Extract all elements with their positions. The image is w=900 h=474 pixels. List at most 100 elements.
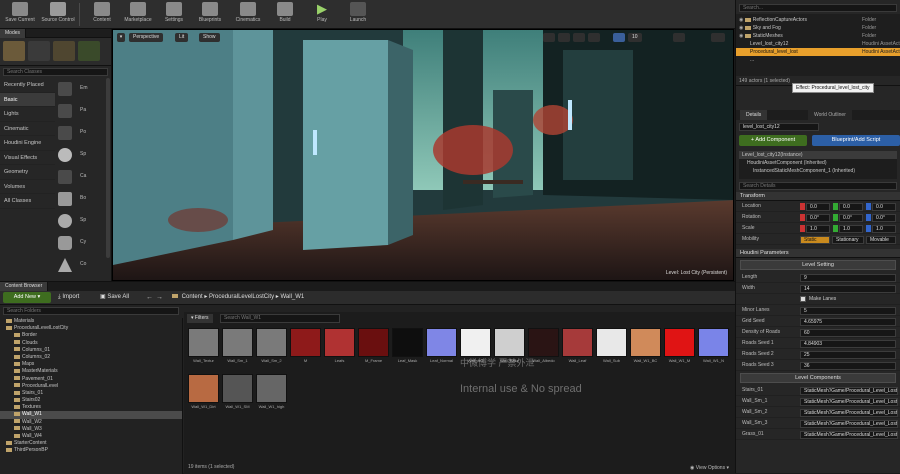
- level-components-group[interactable]: Level Components: [740, 373, 896, 383]
- mobility-movable-button[interactable]: Movable: [866, 235, 896, 244]
- asset-tile[interactable]: Wall_W1_SM: [222, 374, 253, 418]
- asset-tile[interactable]: Wall_W1_BC: [630, 328, 661, 372]
- level-setting-group[interactable]: Level Setting: [740, 260, 896, 270]
- tree-row[interactable]: Materials: [0, 318, 182, 325]
- add-new-button[interactable]: Add New ▾: [3, 292, 51, 303]
- asset-tile[interactable]: Leaf_Mask: [392, 328, 423, 372]
- rotation-y-field[interactable]: 0.0°: [839, 213, 863, 222]
- cinematics-button[interactable]: Cinematics: [230, 1, 266, 28]
- outliner-row[interactable]: ◉ Sky and Fog Folder: [736, 24, 900, 32]
- mobility-stationary-button[interactable]: Stationary: [832, 235, 864, 244]
- tree-row[interactable]: Wall_W2: [0, 419, 182, 426]
- asset-tile[interactable]: Wall_Textur: [188, 328, 219, 372]
- filters-button[interactable]: ▾ Filters: [187, 314, 213, 323]
- select-mode-icon[interactable]: [543, 33, 555, 42]
- wall-sm-3-field[interactable]: StaticMesh'/Game/Procedural_Level_Lost: [800, 419, 898, 428]
- houdini-parameters-header[interactable]: Houdini Parameters: [736, 249, 900, 258]
- tree-row[interactable]: Clouds: [0, 340, 182, 347]
- landscape-mode-icon[interactable]: [53, 41, 75, 61]
- settings-button[interactable]: Settings: [156, 1, 192, 28]
- asset-tile[interactable]: M: [290, 328, 321, 372]
- category-lights[interactable]: Lights: [0, 107, 55, 122]
- tree-row[interactable]: Wall_W3: [0, 426, 182, 433]
- category-geometry[interactable]: Geometry: [0, 165, 55, 180]
- category-volumes[interactable]: Volumes: [0, 180, 55, 194]
- category-cinematic[interactable]: Cinematic: [0, 122, 55, 136]
- actor-name-field[interactable]: level_lost_city12: [739, 123, 819, 131]
- stairs-mesh-field[interactable]: StaticMesh'/Game/Procedural_Level_Lost: [800, 386, 898, 395]
- asset-tile[interactable]: Wall_Sm_2: [256, 328, 287, 372]
- perspective-button[interactable]: Perspective: [129, 33, 164, 42]
- place-item[interactable]: Bo: [56, 190, 104, 208]
- asset-tile[interactable]: Wall_Sub: [596, 328, 627, 372]
- modes-scrollbar[interactable]: [106, 78, 110, 258]
- tree-row[interactable]: ProceduralLevelLostCity: [0, 325, 182, 332]
- details-search-input[interactable]: Search Details: [739, 182, 897, 190]
- tree-row[interactable]: Stairs02: [0, 397, 182, 404]
- paint-mode-icon[interactable]: [28, 41, 50, 61]
- asset-tile[interactable]: Wall_W1_Dirt: [188, 374, 219, 418]
- grid-snap-icon[interactable]: [613, 33, 625, 42]
- component-instance-row[interactable]: Level_lost_city12(Instance): [739, 151, 897, 159]
- tree-row[interactable]: Textures: [0, 404, 182, 411]
- breadcrumb-item[interactable]: Content: [182, 294, 203, 300]
- back-arrow-icon[interactable]: ←: [146, 292, 153, 303]
- rotation-x-field[interactable]: 0.0°: [806, 213, 830, 222]
- place-item[interactable]: Pa: [56, 102, 104, 120]
- grass-mesh-field[interactable]: StaticMesh'/Game/Procedural_Level_Lost: [800, 430, 898, 439]
- asset-tile[interactable]: Wall_W1_high: [256, 374, 287, 418]
- source-control-button[interactable]: Source Control: [40, 1, 76, 28]
- blueprints-button[interactable]: Blueprints: [192, 1, 228, 28]
- launch-button[interactable]: Launch: [340, 1, 376, 28]
- category-recently-placed[interactable]: Recently Placed: [0, 78, 55, 93]
- lit-button[interactable]: Lit: [175, 33, 189, 42]
- asset-search-input[interactable]: Search Wall_W1: [220, 314, 340, 323]
- tree-row[interactable]: Wall_W4: [0, 433, 182, 440]
- length-field[interactable]: 9: [800, 273, 896, 282]
- mobility-static-button[interactable]: Static: [800, 235, 830, 244]
- scale-z-field[interactable]: 1.0: [872, 224, 896, 233]
- scale-y-field[interactable]: 1.0: [839, 224, 863, 233]
- place-item[interactable]: Em: [56, 80, 104, 98]
- location-x-field[interactable]: 0.0: [806, 202, 830, 211]
- viewport-menu-button[interactable]: ▾: [117, 33, 125, 42]
- width-field[interactable]: 14: [800, 284, 896, 293]
- view-options-button[interactable]: ◉ View Options ▾: [690, 465, 729, 471]
- save-all-button[interactable]: ▣ Save All: [100, 292, 129, 303]
- component-row[interactable]: HoudiniAssetComponent (Inherited): [739, 159, 897, 167]
- place-item[interactable]: Sp: [56, 212, 104, 230]
- roads-seed-2-field[interactable]: 25: [800, 350, 896, 359]
- transform-section-header[interactable]: Transform: [736, 192, 900, 201]
- wall-sm-2-field[interactable]: StaticMesh'/Game/Procedural_Level_Lost: [800, 408, 898, 417]
- save-current-button[interactable]: Save Current: [2, 1, 38, 28]
- content-button[interactable]: Content: [84, 1, 120, 28]
- camera-speed-icon[interactable]: [673, 33, 685, 42]
- world-outliner-tab[interactable]: World Outliner: [808, 110, 852, 120]
- category-all-classes[interactable]: All Classes: [0, 194, 55, 209]
- breadcrumb-item[interactable]: ProceduralLevelLostCity: [209, 294, 274, 300]
- location-z-field[interactable]: 0.0: [872, 202, 896, 211]
- tree-row[interactable]: ProceduralLevel: [0, 383, 182, 390]
- make-lanes-checkbox[interactable]: [800, 296, 806, 302]
- asset-tile[interactable]: M_Frame: [358, 328, 389, 372]
- maximize-viewport-icon[interactable]: [711, 33, 725, 42]
- scale-icon[interactable]: [588, 33, 600, 42]
- outliner-search-input[interactable]: Search...: [739, 4, 897, 12]
- rotation-z-field[interactable]: 0.0°: [872, 213, 896, 222]
- roads-seed-3-field[interactable]: 36: [800, 361, 896, 370]
- outliner-row-selected[interactable]: Procedural_level_lostHoudini AssetActor: [736, 48, 900, 56]
- level-viewport[interactable]: ▾ Perspective Lit Show 10 Level: Lost Ci…: [112, 29, 734, 281]
- tree-row-selected[interactable]: Wall_W1: [0, 411, 182, 419]
- rotate-icon[interactable]: [573, 33, 585, 42]
- tree-row[interactable]: Maps: [0, 361, 182, 368]
- asset-tile[interactable]: Leaf_Normal: [426, 328, 457, 372]
- asset-tile[interactable]: Leafs: [324, 328, 355, 372]
- translate-icon[interactable]: [558, 33, 570, 42]
- blueprint-script-button[interactable]: Blueprint/Add Script: [812, 135, 900, 146]
- asset-tile[interactable]: Wall_Sm_1: [222, 328, 253, 372]
- outliner-row[interactable]: Level_lost_city12Houdini AssetActor: [736, 40, 900, 48]
- grid-seed-field[interactable]: 4.65975: [800, 317, 896, 326]
- tree-row[interactable]: Columns_02: [0, 354, 182, 361]
- tree-row[interactable]: MasterMaterials: [0, 368, 182, 375]
- place-item[interactable]: Co: [56, 256, 104, 274]
